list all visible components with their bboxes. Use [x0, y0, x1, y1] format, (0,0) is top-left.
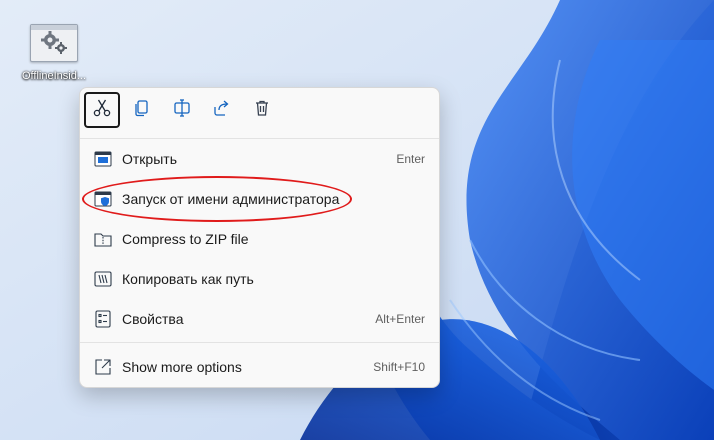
desktop-background: OfflineInsid... Открыть Enter Запуск от …	[0, 0, 714, 440]
menu-item-shortcut: Alt+Enter	[375, 312, 425, 326]
rename-button[interactable]	[164, 92, 200, 128]
menu-item-shortcut: Enter	[396, 152, 425, 166]
rename-icon	[172, 98, 192, 123]
menu-item-copy-as-path[interactable]: Копировать как путь	[84, 261, 435, 297]
desktop-shortcut-label: OfflineInsid...	[22, 70, 86, 82]
properties-icon	[93, 309, 113, 329]
share-button[interactable]	[204, 92, 240, 128]
menu-item-open[interactable]: Открыть Enter	[84, 141, 435, 177]
menu-item-label: Show more options	[122, 359, 242, 375]
menu-item-compress-zip[interactable]: Compress to ZIP file	[84, 221, 435, 257]
copy-path-icon	[93, 269, 113, 289]
cut-button[interactable]	[84, 92, 120, 128]
delete-icon	[252, 98, 272, 123]
context-menu: Открыть Enter Запуск от имени администра…	[79, 87, 440, 388]
menu-item-run-as-admin[interactable]: Запуск от имени администратора	[84, 181, 435, 217]
zip-folder-icon	[93, 229, 113, 249]
menu-item-label: Копировать как путь	[122, 271, 254, 287]
menu-item-label: Свойства	[122, 311, 184, 327]
menu-item-label: Открыть	[122, 151, 177, 167]
menu-item-label: Compress to ZIP file	[122, 231, 249, 247]
cut-icon	[92, 98, 112, 123]
settings-app-icon	[30, 24, 78, 62]
share-icon	[212, 98, 232, 123]
copy-button[interactable]	[124, 92, 160, 128]
menu-item-shortcut: Shift+F10	[373, 360, 425, 374]
copy-icon	[132, 98, 152, 123]
more-options-icon	[93, 357, 113, 377]
open-window-icon	[93, 149, 113, 169]
admin-shield-icon	[93, 189, 113, 209]
desktop-shortcut[interactable]: OfflineInsid...	[14, 24, 94, 82]
delete-button[interactable]	[244, 92, 280, 128]
context-menu-toolbar	[84, 92, 280, 130]
menu-divider	[80, 342, 439, 343]
menu-divider	[80, 138, 439, 139]
menu-item-show-more-options[interactable]: Show more options Shift+F10	[84, 349, 435, 385]
menu-item-label: Запуск от имени администратора	[122, 191, 340, 207]
menu-item-properties[interactable]: Свойства Alt+Enter	[84, 301, 435, 337]
